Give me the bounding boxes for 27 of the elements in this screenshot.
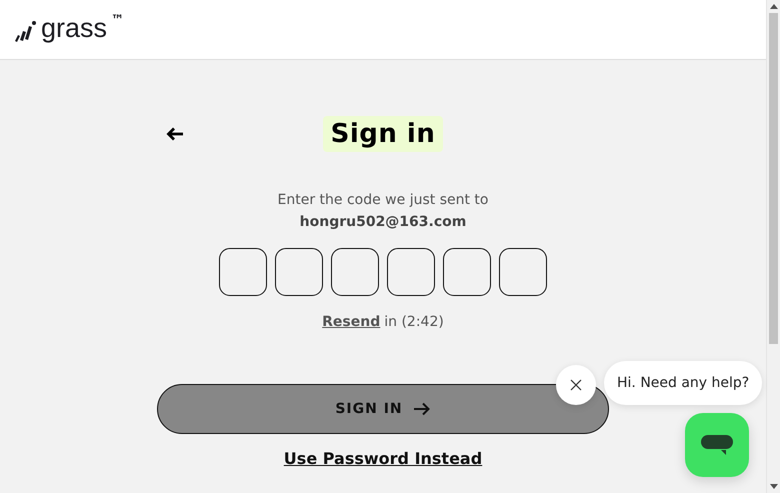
code-digit-field[interactable] — [219, 248, 267, 296]
scrollbar[interactable] — [766, 0, 780, 493]
trademark-sign: ™ — [111, 12, 124, 28]
countdown-text: in (2:42) — [384, 314, 444, 330]
email-address: hongru502@163.com — [300, 214, 466, 230]
scrollbar-thumb[interactable] — [769, 13, 778, 344]
sign-in-button[interactable]: SIGN IN — [157, 384, 609, 434]
scroll-down-icon[interactable] — [770, 484, 778, 489]
page-title: Sign in — [322, 116, 444, 152]
code-digit-field[interactable] — [275, 248, 323, 296]
arrow-right-icon — [412, 402, 431, 416]
chat-greeting: Hi. Need any help? — [604, 361, 762, 405]
code-digit-field[interactable] — [387, 248, 435, 296]
resend-link[interactable]: Resend — [322, 314, 380, 330]
back-arrow-icon[interactable] — [166, 127, 184, 141]
close-button[interactable] — [556, 365, 596, 405]
close-icon — [570, 379, 582, 391]
use-password-link[interactable]: Use Password Instead — [284, 449, 482, 468]
code-digit-field[interactable] — [331, 248, 379, 296]
code-digit-field[interactable] — [443, 248, 491, 296]
instruction-text: Enter the code we just sent to — [278, 192, 488, 208]
code-digit-field[interactable] — [499, 248, 547, 296]
logo-icon — [13, 18, 37, 42]
chat-icon — [701, 433, 733, 457]
chat-button[interactable] — [685, 413, 749, 477]
logo-text: grass — [41, 12, 108, 42]
scroll-up-icon[interactable] — [770, 4, 778, 9]
